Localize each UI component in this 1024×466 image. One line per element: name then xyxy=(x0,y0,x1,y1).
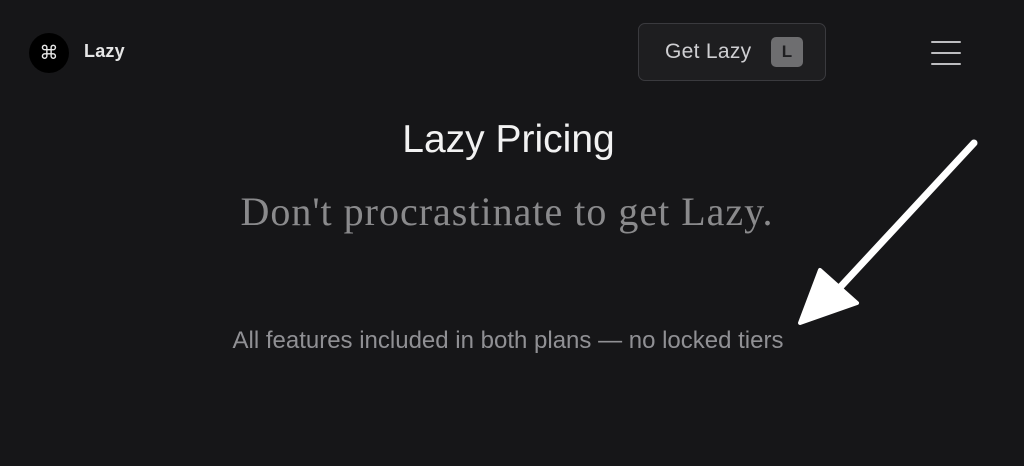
menu-bar-bottom xyxy=(931,63,961,65)
get-lazy-button-label: Get Lazy xyxy=(665,40,752,63)
features-note: All features included in both plans — no… xyxy=(232,327,784,354)
page-tagline: Don't procrastinate to get Lazy. xyxy=(240,189,774,234)
logo-glyph: ⌘ xyxy=(39,41,59,64)
hamburger-menu-icon[interactable] xyxy=(929,38,965,68)
get-lazy-button[interactable]: Get Lazy L xyxy=(638,23,826,81)
pricing-page: ⌘ Lazy Get Lazy L Lazy Pricing Don't pro… xyxy=(0,0,1024,466)
menu-bar-middle xyxy=(931,52,961,54)
page-title: Lazy Pricing xyxy=(402,118,615,161)
keyboard-shortcut-badge: L xyxy=(771,37,803,67)
brand-name[interactable]: Lazy xyxy=(84,41,125,62)
command-logo-icon[interactable]: ⌘ xyxy=(29,33,69,73)
menu-bar-top xyxy=(931,41,961,43)
